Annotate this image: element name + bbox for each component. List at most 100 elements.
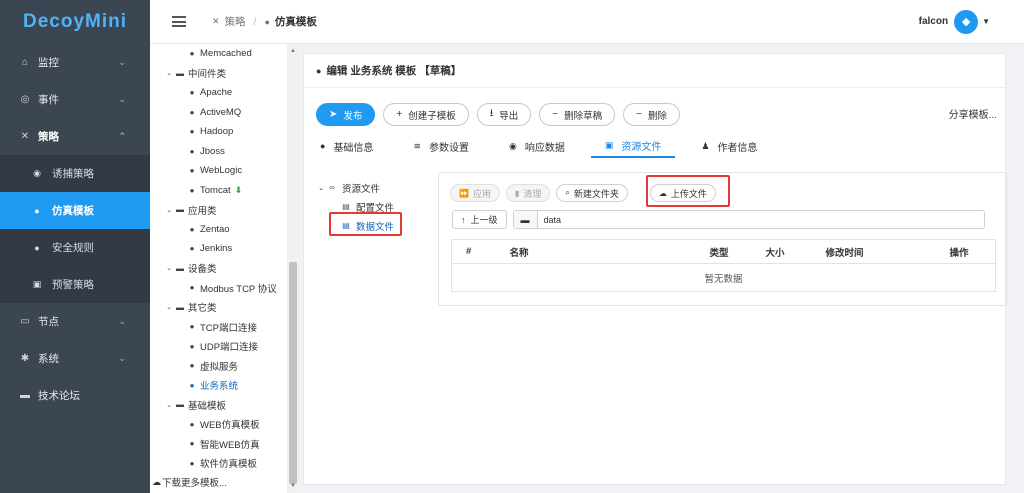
create-child-template-button[interactable]: + 创建子模板 (383, 103, 469, 126)
tree-folder[interactable]: ⌄ ▬ 应用类 (150, 200, 287, 220)
chevron-down-icon[interactable]: ⌄ (164, 303, 174, 311)
scrollbar-thumb[interactable] (289, 262, 297, 484)
apply-button[interactable]: ⏩ 应用 (450, 184, 500, 202)
new-folder-button[interactable]: ⌕ 新建文件夹 (556, 184, 628, 202)
apply-label: 应用 (472, 188, 491, 199)
editor-toolbar: ➤ 发布 + 创建子模板 ⭳ 导出 − 删除草稿 − 删除 (316, 103, 688, 126)
tree-item[interactable]: ● 智能WEB仿真 (150, 434, 287, 454)
column-header[interactable]: 名称 (495, 239, 696, 264)
path-bar: ↑ 上一级 ▬ data (452, 210, 985, 229)
chevron-down-icon[interactable]: ⌄ (316, 184, 326, 192)
resource-tree-root[interactable]: ⌄ ∞ 资源文件 (316, 178, 426, 197)
sidebar-item-nodes[interactable]: ▭ 节点 ⌄ (0, 303, 150, 340)
scroll-up-icon[interactable]: ▲ (287, 48, 299, 54)
tab-label: 基础信息 (333, 142, 374, 154)
tree-item[interactable]: ● Tomcat ⬇ (150, 181, 287, 201)
tree-item[interactable]: ● 虚拟服务 (150, 356, 287, 376)
tree-folder[interactable]: ⌄ ▬ 中间件类 (150, 64, 287, 84)
briefcase-icon: ▣ (32, 279, 42, 289)
tree-item[interactable]: ● Modbus TCP 协议 (150, 278, 287, 298)
panel-title: ● 编辑 业务系统 模板 【草稿】 (304, 54, 1005, 88)
chevron-down-icon: ⌄ (118, 57, 126, 67)
tree-item[interactable]: ● Jboss (150, 142, 287, 162)
tree-item-label: Memcached (200, 48, 252, 60)
chevron-down-icon[interactable]: ⌄ (164, 206, 174, 214)
tree-item-label: Hadoop (200, 126, 234, 138)
download-more-link[interactable]: ☁ 下载更多模板... (150, 475, 227, 490)
template-editor-panel: ● 编辑 业务系统 模板 【草稿】 ➤ 发布 + 创建子模板 ⭳ 导出 − 删除… (303, 53, 1007, 485)
menu-toggle-icon[interactable] (172, 16, 186, 27)
tab-response-data[interactable]: ◉ 响应数据 (509, 134, 565, 158)
tree-item[interactable]: ● Zentao (150, 220, 287, 240)
delete-button[interactable]: − 删除 (623, 103, 680, 126)
breadcrumb-separator: / (253, 15, 257, 28)
tree-item-label: Modbus TCP 协议 (200, 283, 277, 295)
layers-icon: ≋ (413, 140, 421, 151)
cube-icon: ● (189, 458, 195, 468)
cube-icon: ● (34, 205, 40, 216)
path-value: data (543, 214, 562, 225)
sidebar-item-label: 节点 (38, 316, 59, 328)
tree-scrollbar[interactable]: ▲ ▼ (287, 44, 299, 493)
sidebar-subitem-label: 诱捕策略 (52, 168, 94, 180)
app-logo[interactable]: DecoyMini (0, 0, 150, 44)
tree-item[interactable]: ● 软件仿真模板 (150, 454, 287, 474)
folder-icon: ▬ (176, 263, 184, 273)
cube-icon: ● (264, 16, 270, 27)
clean-button[interactable]: ▮ 清理 (505, 184, 551, 202)
plus-icon: + (396, 109, 403, 120)
tree-item-selected[interactable]: ● 业务系统 (150, 376, 287, 396)
tree-folder[interactable]: ⌄ ▬ 其它类 (150, 298, 287, 318)
sidebar-subitem-templates[interactable]: ● 仿真模板 (0, 192, 150, 229)
tree-item[interactable]: ● UDP端口连接 (150, 337, 287, 357)
user-menu[interactable]: falcon ◆ ▼ (919, 9, 990, 34)
export-button[interactable]: ⭳ 导出 (476, 103, 532, 126)
folder-icon: ▬ (176, 205, 184, 215)
sidebar-subitem-alert[interactable]: ▣ 预警策略 (0, 266, 150, 303)
home-icon: ⌂ (21, 57, 29, 68)
tree-item[interactable]: ● ActiveMQ (150, 103, 287, 123)
scroll-down-icon[interactable]: ▼ (287, 483, 299, 489)
column-header[interactable]: 大小 (751, 239, 812, 264)
tree-item[interactable]: ● WEB仿真模板 (150, 415, 287, 435)
tree-item[interactable]: ● Jenkins (150, 239, 287, 259)
tools-icon: ✕ (212, 16, 220, 26)
sidebar-item-monitor[interactable]: ⌂ 监控 ⌄ (0, 44, 150, 81)
breadcrumb: ✕ 策略 / ● 仿真模板 (212, 14, 317, 29)
sidebar-item-strategy[interactable]: ✕ 策略 ⌃ (0, 118, 150, 155)
tab-basic-info[interactable]: ● 基础信息 (320, 134, 373, 158)
download-icon[interactable]: ⬇ (235, 185, 243, 196)
new-folder-label: 新建文件夹 (573, 188, 619, 199)
column-header[interactable]: 类型 (695, 239, 752, 264)
tree-item[interactable]: ● Hadoop (150, 122, 287, 142)
tree-item[interactable]: ● Memcached (150, 44, 287, 64)
sidebar-item-system[interactable]: ✱ 系统 ⌄ (0, 340, 150, 377)
tab-resource-files[interactable]: ▣ 资源文件 (590, 134, 676, 158)
path-field[interactable]: ▬ data (512, 210, 985, 229)
sidebar-subitem-rules[interactable]: ● 安全规则 (0, 229, 150, 266)
up-level-button[interactable]: ↑ 上一级 (452, 210, 507, 229)
tree-item[interactable]: ● TCP端口连接 (150, 317, 287, 337)
sidebar-subitem-label: 安全规则 (52, 242, 94, 254)
breadcrumb-item[interactable]: 策略 (225, 14, 246, 29)
chevron-down-icon[interactable]: ⌄ (164, 401, 174, 409)
share-template-link[interactable]: 分享模板... (949, 106, 997, 121)
tab-author-info[interactable]: ♟ 作者信息 (701, 134, 757, 158)
chevron-down-icon[interactable]: ⌄ (164, 69, 174, 77)
column-header[interactable]: 修改时间 (811, 239, 936, 264)
publish-button[interactable]: ➤ 发布 (316, 103, 376, 126)
tree-folder[interactable]: ⌄ ▬ 设备类 (150, 259, 287, 279)
tree-item[interactable]: ● WebLogic (150, 161, 287, 181)
tree-item[interactable]: ● Apache (150, 83, 287, 103)
sidebar-item-events[interactable]: ◎ 事件 ⌄ (0, 81, 150, 118)
delete-draft-button[interactable]: − 删除草稿 (539, 103, 616, 126)
radio-icon: ◉ (508, 140, 517, 151)
tab-parameters[interactable]: ≋ 参数设置 (413, 134, 469, 158)
chevron-down-icon[interactable]: ⌄ (164, 264, 174, 272)
target-icon: ◎ (20, 94, 30, 105)
sidebar-item-forum[interactable]: ▬ 技术论坛 (0, 377, 150, 414)
tree-item-label: 智能WEB仿真 (200, 439, 260, 451)
file-table: # 名称 类型 大小 修改时间 操作 暂无数据 (451, 239, 996, 292)
sidebar-subitem-lure[interactable]: ◉ 诱捕策略 (0, 155, 150, 192)
tree-folder[interactable]: ⌄ ▬ 基础模板 (150, 395, 287, 415)
